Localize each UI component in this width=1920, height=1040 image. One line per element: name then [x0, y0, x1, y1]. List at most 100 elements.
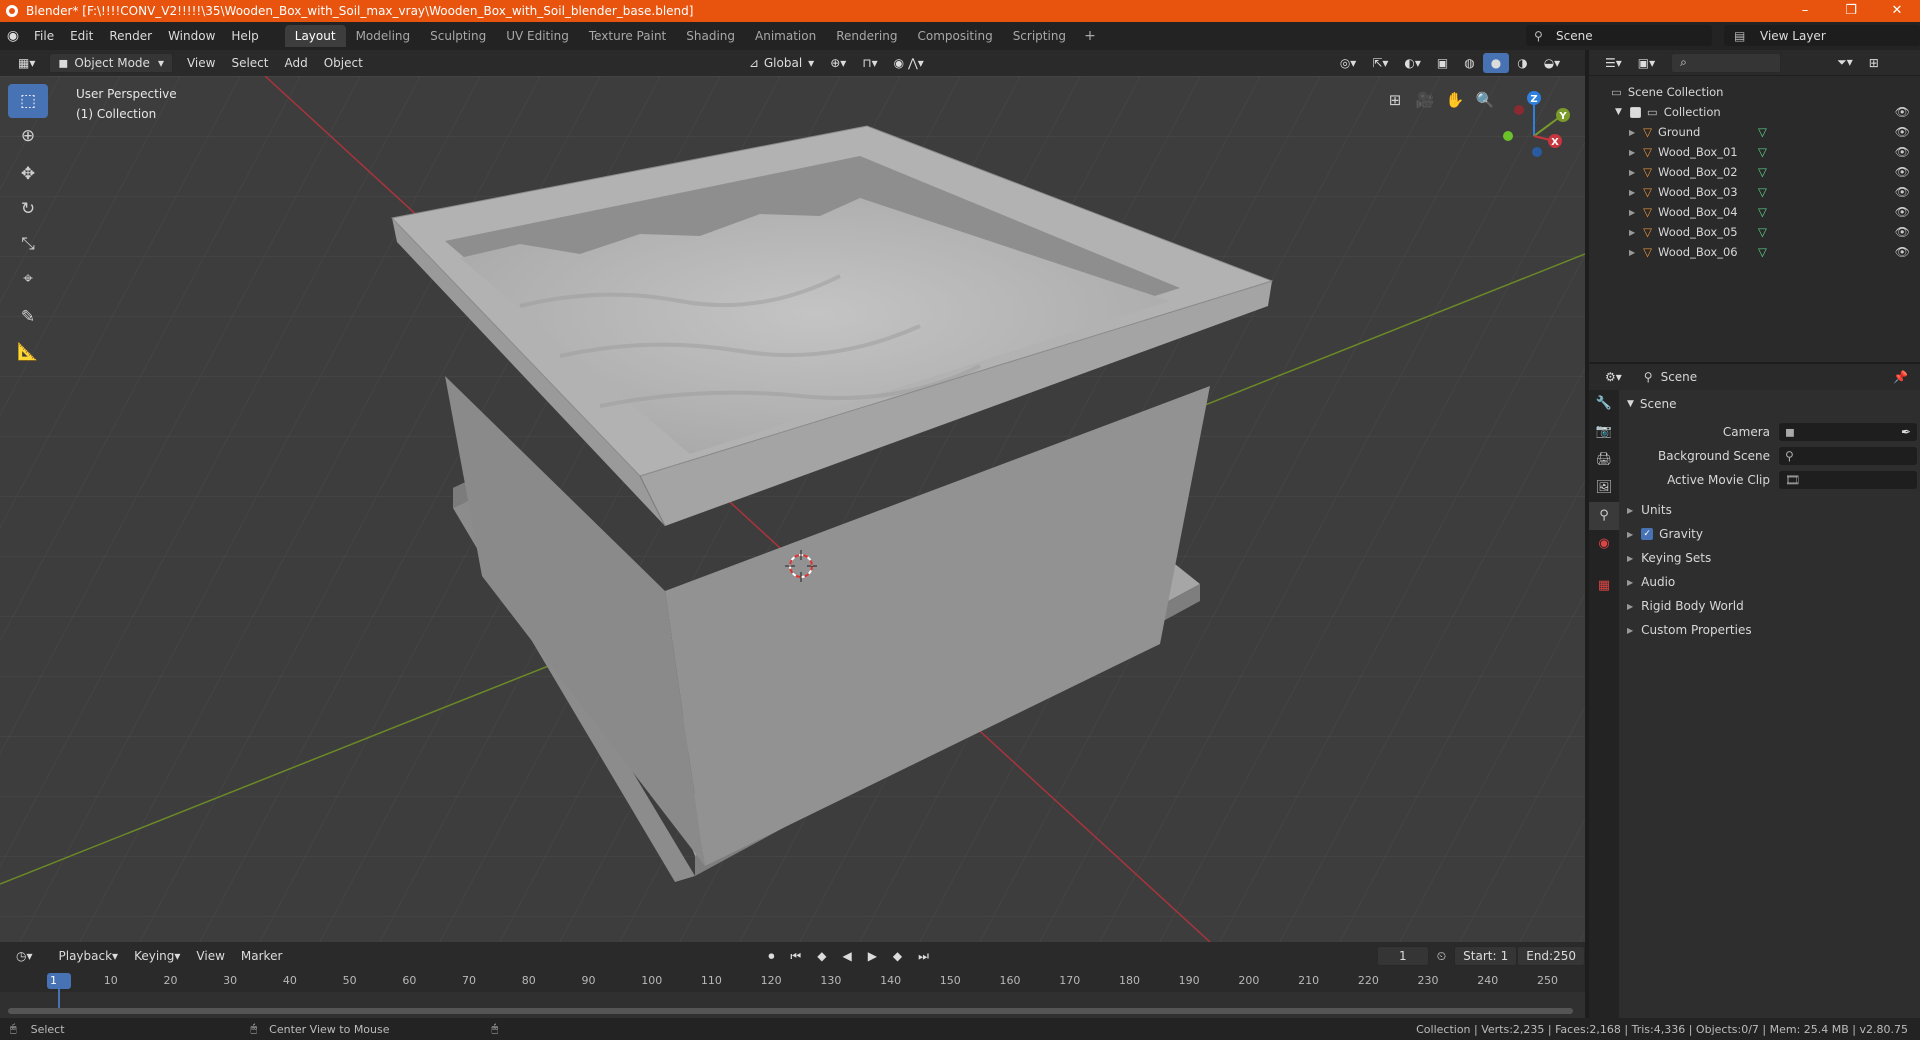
- tab-layout[interactable]: Layout: [284, 25, 346, 47]
- add-menu[interactable]: Add: [276, 53, 315, 73]
- active-movie-clip-field[interactable]: 🎞: [1779, 471, 1917, 489]
- select-menu[interactable]: Select: [223, 53, 276, 73]
- new-collection-icon[interactable]: ⊞: [1861, 53, 1887, 73]
- outliner-object-row[interactable]: ▶ ▽ Ground ▽ 👁: [1589, 122, 1920, 142]
- scene-selector[interactable]: ⚲ Scene: [1526, 25, 1712, 46]
- zoom-icon[interactable]: 🔍: [1470, 88, 1500, 112]
- menu-window[interactable]: Window: [160, 29, 223, 43]
- tab-texture-paint[interactable]: Texture Paint: [579, 25, 676, 47]
- cursor-tool-icon[interactable]: ⊕: [8, 119, 48, 153]
- solid-shading-icon[interactable]: ●: [1482, 53, 1510, 73]
- mesh-data-icon[interactable]: ▽: [1758, 145, 1767, 159]
- material-shading-icon[interactable]: ◑: [1509, 53, 1535, 73]
- panel-units[interactable]: ▶ Units: [1619, 498, 1920, 522]
- 3d-viewport[interactable]: Z Y X User Perspective (1) Collection ⬚ …: [0, 76, 1585, 942]
- grid-toggle-icon[interactable]: ⊞: [1380, 88, 1410, 112]
- menu-help[interactable]: Help: [223, 29, 266, 43]
- panel-custom-properties[interactable]: ▶ Custom Properties: [1619, 618, 1920, 642]
- tab-rendering[interactable]: Rendering: [826, 25, 907, 47]
- start-frame-field[interactable]: Start: 1: [1454, 946, 1518, 966]
- view-layer-selector[interactable]: ▤ View Layer: [1724, 25, 1920, 46]
- tab-sculpting[interactable]: Sculpting: [420, 25, 496, 47]
- pivot-icon[interactable]: ⊕▾: [822, 53, 854, 73]
- panel-audio[interactable]: ▶ Audio: [1619, 570, 1920, 594]
- eye-icon[interactable]: 👁: [1895, 225, 1910, 239]
- add-workspace-button[interactable]: +: [1076, 28, 1104, 44]
- select-box-tool-icon[interactable]: ⬚: [8, 84, 48, 118]
- disclosure-triangle-icon[interactable]: ▶: [1629, 208, 1635, 217]
- menu-render[interactable]: Render: [101, 29, 160, 43]
- outliner-search-input[interactable]: ⌕: [1671, 52, 1782, 73]
- collection-checkbox[interactable]: [1629, 106, 1641, 118]
- gizmo-toggle-icon[interactable]: ⇱▾: [1364, 53, 1396, 73]
- tab-scripting[interactable]: Scripting: [1003, 25, 1076, 47]
- close-button[interactable]: ✕: [1874, 0, 1920, 22]
- scene-tab-icon[interactable]: ⚲: [1589, 502, 1619, 530]
- tool-tab-icon[interactable]: 🔧: [1589, 390, 1619, 418]
- scene-panel-header[interactable]: ▼ Scene: [1619, 392, 1920, 416]
- marker-menu[interactable]: Marker: [233, 946, 290, 966]
- eye-icon[interactable]: 👁: [1895, 105, 1910, 119]
- render-tab-icon[interactable]: 📷: [1589, 418, 1619, 446]
- playback-menu[interactable]: Playback ▾: [51, 946, 127, 966]
- mesh-data-icon[interactable]: ▽: [1758, 125, 1767, 139]
- auto-keying-icon[interactable]: ⏲: [1429, 946, 1454, 966]
- outliner-object-row[interactable]: ▶ ▽ Wood_Box_02 ▽ 👁: [1589, 162, 1920, 182]
- timeline[interactable]: 1 10 20 30 40 50 60 70 80 90 100 110 120 130 140 150 160…: [0, 970, 1585, 1018]
- measure-tool-icon[interactable]: 📐: [8, 335, 48, 369]
- outliner-object-row[interactable]: ▶ ▽ Wood_Box_03 ▽ 👁: [1589, 182, 1920, 202]
- object-menu[interactable]: Object: [316, 53, 371, 73]
- end-frame-field[interactable]: End: 250: [1517, 946, 1585, 966]
- maximize-button[interactable]: ❐: [1828, 0, 1874, 22]
- mesh-data-icon[interactable]: ▽: [1758, 185, 1767, 199]
- output-tab-icon[interactable]: 🖨: [1589, 446, 1619, 474]
- camera-view-icon[interactable]: 🎥: [1410, 88, 1440, 112]
- transform-tool-icon[interactable]: ⌖: [8, 262, 48, 296]
- properties-editor-icon[interactable]: ⚙▾: [1597, 367, 1630, 387]
- orientation-selector[interactable]: ⊿ Global ▾: [741, 53, 822, 73]
- tab-modeling[interactable]: Modeling: [346, 25, 421, 47]
- eyedropper-icon[interactable]: ✒: [1901, 425, 1911, 439]
- eye-icon[interactable]: 👁: [1895, 185, 1910, 199]
- scale-tool-icon[interactable]: ⤡: [8, 227, 48, 261]
- play-button[interactable]: ▶: [860, 946, 885, 966]
- mesh-data-icon[interactable]: ▽: [1758, 225, 1767, 239]
- disclosure-triangle-icon[interactable]: ▶: [1629, 248, 1635, 257]
- timeline-editor-icon[interactable]: ◷▾: [8, 946, 41, 966]
- disclosure-triangle-icon[interactable]: ▶: [1629, 128, 1635, 137]
- mesh-data-icon[interactable]: ▽: [1758, 245, 1767, 259]
- view-menu[interactable]: View: [179, 53, 223, 73]
- disclosure-triangle-icon[interactable]: ▶: [1629, 188, 1635, 197]
- scene-collection-row[interactable]: ▭ Scene Collection: [1589, 82, 1920, 102]
- disclosure-triangle-icon[interactable]: ▼: [1615, 107, 1622, 117]
- camera-field[interactable]: ◼ ✒: [1779, 423, 1917, 441]
- outliner-object-row[interactable]: ▶ ▽ Wood_Box_04 ▽ 👁: [1589, 202, 1920, 222]
- disclosure-triangle-icon[interactable]: ▶: [1629, 168, 1635, 177]
- menu-file[interactable]: File: [26, 29, 62, 43]
- tab-shading[interactable]: Shading: [676, 25, 745, 47]
- rotate-tool-icon[interactable]: ↻: [8, 192, 48, 226]
- mesh-data-icon[interactable]: ▽: [1758, 165, 1767, 179]
- tab-animation[interactable]: Animation: [745, 25, 826, 47]
- jump-end-button[interactable]: ⏭: [910, 946, 937, 966]
- record-button[interactable]: ⏺: [760, 946, 782, 966]
- proportional-edit-icon[interactable]: ◉ ⋀▾: [886, 53, 932, 73]
- visibility-icon[interactable]: ◎▾: [1332, 53, 1365, 73]
- xray-toggle-icon[interactable]: ▣: [1429, 53, 1456, 73]
- menu-edit[interactable]: Edit: [62, 29, 101, 43]
- eye-icon[interactable]: 👁: [1895, 205, 1910, 219]
- filter-icon[interactable]: ⏷▾: [1829, 53, 1861, 73]
- snap-icon[interactable]: ⊓▾: [854, 53, 885, 73]
- tab-compositing[interactable]: Compositing: [907, 25, 1002, 47]
- panel-gravity[interactable]: ▶ ✓ Gravity: [1619, 522, 1920, 546]
- rendered-shading-icon[interactable]: ◒▾: [1536, 53, 1569, 73]
- next-keyframe-button[interactable]: ◆: [885, 946, 910, 966]
- timeline-view-menu[interactable]: View: [188, 946, 232, 966]
- collection-row[interactable]: ▼ ▭ Collection 👁: [1589, 102, 1920, 122]
- current-frame-field[interactable]: 1: [1376, 946, 1429, 966]
- blender-menu-icon[interactable]: ◉: [0, 22, 26, 50]
- play-reverse-button[interactable]: ◀: [834, 946, 859, 966]
- panel-keying-sets[interactable]: ▶ Keying Sets: [1619, 546, 1920, 570]
- disclosure-triangle-icon[interactable]: ▶: [1629, 228, 1635, 237]
- annotate-tool-icon[interactable]: ✎: [8, 300, 48, 334]
